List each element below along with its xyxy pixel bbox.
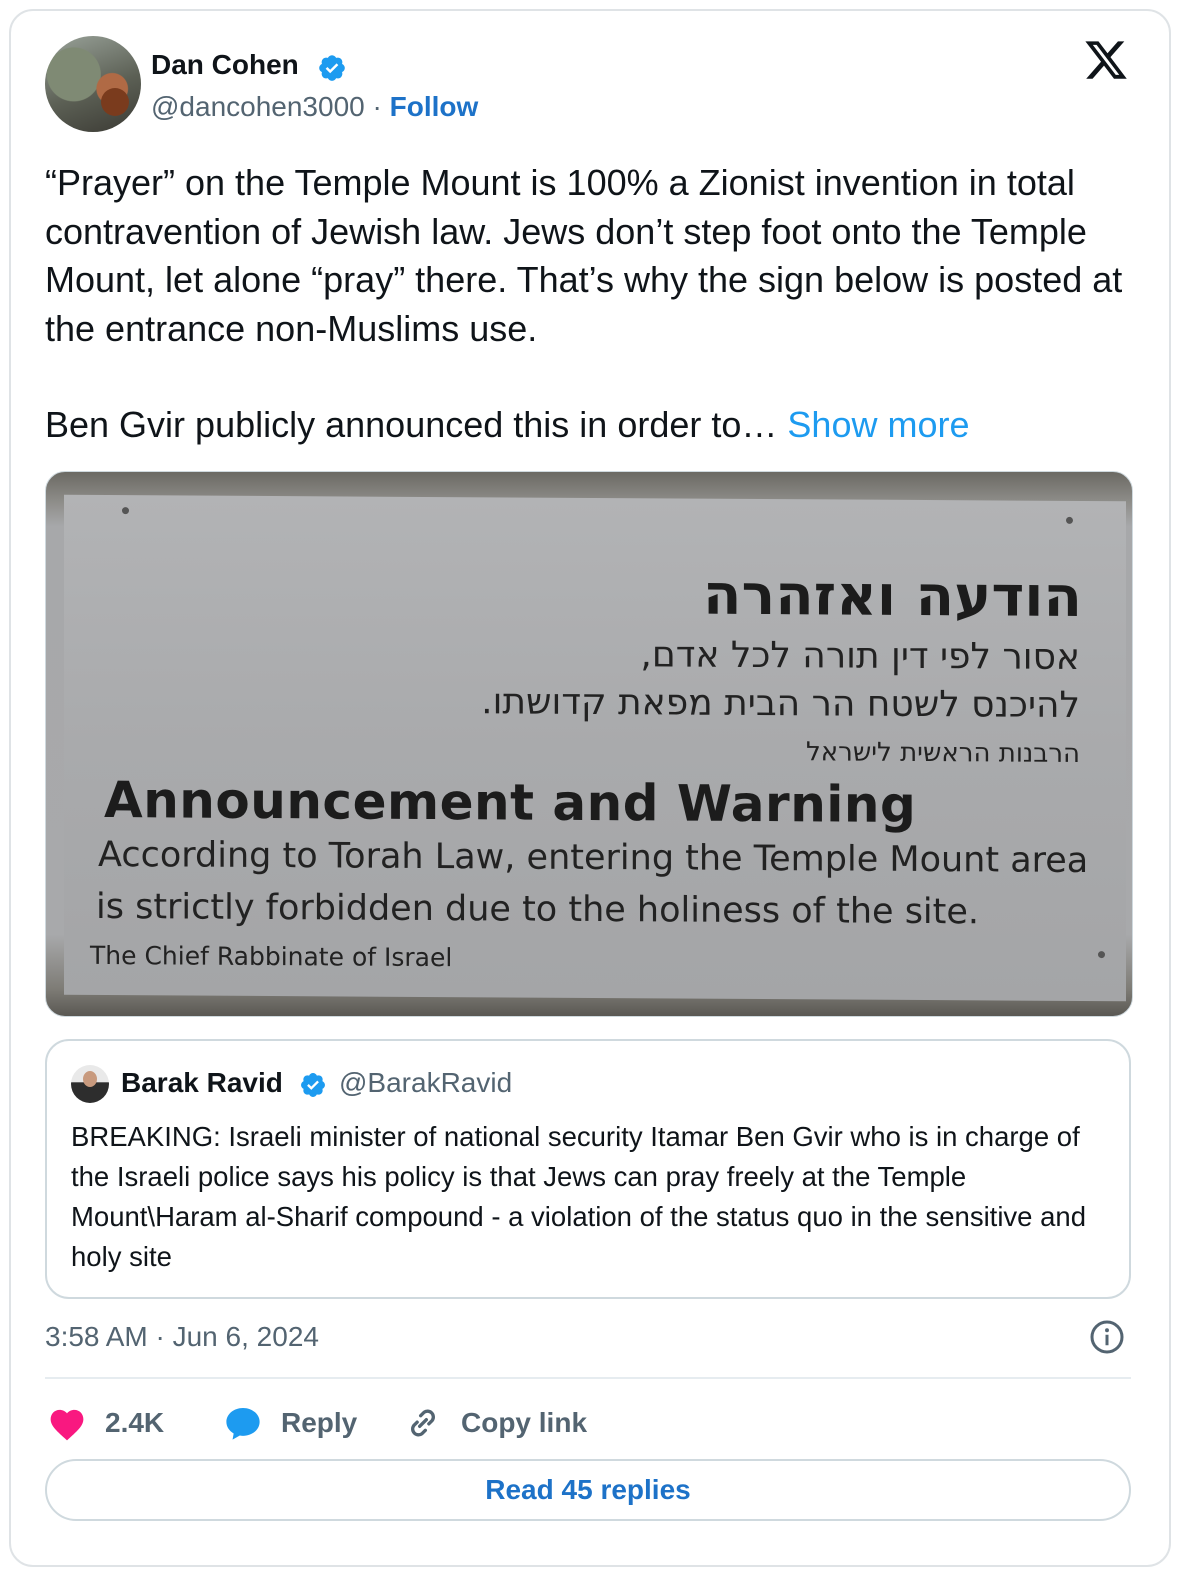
sign-hebrew-line: להיכנס לשטח הר הבית מפאת קדושתו.: [481, 681, 1080, 726]
sign-english-title: Announcement and Warning: [104, 771, 917, 834]
tweet-photo[interactable]: הודעה ואזהרה אסור לפי דין תורה לכל אדם, …: [45, 471, 1133, 1017]
heart-icon: [50, 1409, 84, 1441]
link-icon: [411, 1409, 435, 1437]
sign-screw: [122, 507, 129, 515]
reply-label: Reply: [281, 1407, 358, 1438]
follow-button[interactable]: Follow: [390, 91, 479, 122]
divider: [45, 1377, 1131, 1379]
quoted-author-name: Barak Ravid: [121, 1067, 283, 1098]
quoted-tweet[interactable]: Barak Ravid @BarakRavid BREAKING: Israel…: [45, 1039, 1131, 1299]
author-handle[interactable]: @dancohen3000: [151, 91, 365, 122]
x-logo-icon[interactable]: [1083, 37, 1129, 83]
author-handle-line: @dancohen3000 · Follow: [151, 89, 478, 125]
verified-badge-icon: [319, 55, 345, 81]
tweet-card: Dan Cohen @dancohen3000 · Follow “Prayer…: [9, 9, 1171, 1567]
tweet-text-continued: Ben Gvir publicly announced this in orde…: [45, 401, 1145, 449]
quoted-author-handle: @BarakRavid: [339, 1067, 513, 1098]
sign-hebrew-line: אסור לפי דין תורה לכל אדם,: [640, 634, 1080, 678]
sign-english-line: According to Torah Law, entering the Tem…: [98, 834, 1089, 882]
show-more-link[interactable]: Show more: [787, 404, 969, 445]
sign-screw: [1098, 951, 1105, 959]
sign-english-line: is strictly forbidden due to the holines…: [96, 886, 980, 933]
like-count: 2.4K: [105, 1407, 165, 1438]
tweet-timestamp[interactable]: 3:58 AM · Jun 6, 2024: [45, 1319, 319, 1355]
author-name[interactable]: Dan Cohen: [151, 47, 299, 83]
info-icon[interactable]: [1089, 1319, 1125, 1355]
separator-dot: ·: [372, 91, 382, 122]
reply-button[interactable]: Reply: [223, 1403, 357, 1443]
tweet-text: “Prayer” on the Temple Mount is 100% a Z…: [45, 162, 1123, 349]
sign-hebrew-signature: הרבנות הראשית לישראל: [805, 737, 1080, 769]
sign-english-signature: The Chief Rabbinate of Israel: [90, 940, 453, 973]
reply-bubble-icon: [226, 1407, 260, 1440]
like-button[interactable]: 2.4K: [47, 1403, 164, 1443]
read-replies-button[interactable]: Read 45 replies: [45, 1459, 1131, 1521]
verified-badge-icon: [301, 1073, 325, 1097]
sign-screw: [1066, 516, 1073, 524]
author-avatar[interactable]: [45, 36, 141, 132]
sign-hebrew-title: הודעה ואזהרה: [703, 562, 1082, 630]
copy-link-button[interactable]: Copy link: [403, 1403, 587, 1443]
copy-link-label: Copy link: [461, 1407, 588, 1438]
warning-sign: הודעה ואזהרה אסור לפי דין תורה לכל אדם, …: [64, 494, 1126, 1002]
quoted-author-avatar: [71, 1065, 109, 1103]
quoted-tweet-text: BREAKING: Israeli minister of national s…: [71, 1121, 1087, 1272]
tweet-text-truncated: Ben Gvir publicly announced this in orde…: [45, 404, 778, 445]
